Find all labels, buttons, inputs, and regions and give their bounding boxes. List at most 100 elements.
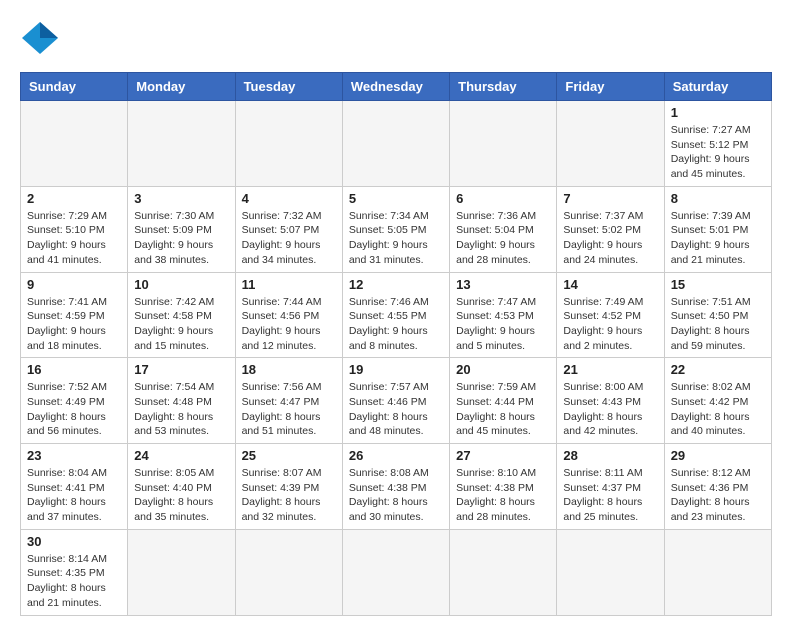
day-number: 3 <box>134 191 228 206</box>
day-number: 19 <box>349 362 443 377</box>
day-info: Sunrise: 7:54 AM Sunset: 4:48 PM Dayligh… <box>134 380 228 439</box>
calendar-cell <box>450 529 557 615</box>
header <box>20 20 772 56</box>
calendar-cell: 8 Sunrise: 7:39 AM Sunset: 5:01 PM Daylig… <box>664 186 771 272</box>
weekday-header-saturday: Saturday <box>664 73 771 101</box>
day-number: 13 <box>456 277 550 292</box>
weekday-header-monday: Monday <box>128 73 235 101</box>
day-info: Sunrise: 7:30 AM Sunset: 5:09 PM Dayligh… <box>134 209 228 268</box>
calendar-cell <box>235 101 342 187</box>
day-number: 10 <box>134 277 228 292</box>
day-number: 22 <box>671 362 765 377</box>
calendar-cell: 2Sunrise: 7:29 AM Sunset: 5:10 PM Daylig… <box>21 186 128 272</box>
day-info: Sunrise: 7:27 AM Sunset: 5:12 PM Dayligh… <box>671 123 765 182</box>
day-number: 18 <box>242 362 336 377</box>
calendar-cell: 3 Sunrise: 7:30 AM Sunset: 5:09 PM Daylig… <box>128 186 235 272</box>
day-number: 7 <box>563 191 657 206</box>
calendar-cell: 4 Sunrise: 7:32 AM Sunset: 5:07 PM Daylig… <box>235 186 342 272</box>
calendar-cell: 24 Sunrise: 8:05 AM Sunset: 4:40 PM Dayli… <box>128 444 235 530</box>
day-number: 26 <box>349 448 443 463</box>
calendar-cell: 16 Sunrise: 7:52 AM Sunset: 4:49 PM Dayli… <box>21 358 128 444</box>
day-info: Sunrise: 7:29 AM Sunset: 5:10 PM Dayligh… <box>27 209 121 268</box>
calendar-week-row: 30 Sunrise: 8:14 AM Sunset: 4:35 PM Dayli… <box>21 529 772 615</box>
logo <box>20 20 66 56</box>
weekday-header-thursday: Thursday <box>450 73 557 101</box>
calendar-cell: 22 Sunrise: 8:02 AM Sunset: 4:42 PM Dayli… <box>664 358 771 444</box>
calendar-cell: 6 Sunrise: 7:36 AM Sunset: 5:04 PM Daylig… <box>450 186 557 272</box>
day-info: Sunrise: 8:07 AM Sunset: 4:39 PM Dayligh… <box>242 466 336 525</box>
day-info: Sunrise: 8:12 AM Sunset: 4:36 PM Dayligh… <box>671 466 765 525</box>
day-number: 20 <box>456 362 550 377</box>
calendar-cell <box>128 101 235 187</box>
day-number: 30 <box>27 534 121 549</box>
calendar-cell: 25 Sunrise: 8:07 AM Sunset: 4:39 PM Dayli… <box>235 444 342 530</box>
day-info: Sunrise: 7:57 AM Sunset: 4:46 PM Dayligh… <box>349 380 443 439</box>
day-info: Sunrise: 7:51 AM Sunset: 4:50 PM Dayligh… <box>671 295 765 354</box>
day-number: 14 <box>563 277 657 292</box>
calendar-cell: 19 Sunrise: 7:57 AM Sunset: 4:46 PM Dayli… <box>342 358 449 444</box>
day-info: Sunrise: 7:49 AM Sunset: 4:52 PM Dayligh… <box>563 295 657 354</box>
weekday-header-wednesday: Wednesday <box>342 73 449 101</box>
day-info: Sunrise: 7:52 AM Sunset: 4:49 PM Dayligh… <box>27 380 121 439</box>
calendar-cell: 9Sunrise: 7:41 AM Sunset: 4:59 PM Daylig… <box>21 272 128 358</box>
calendar-cell <box>664 529 771 615</box>
calendar-cell: 5Sunrise: 7:34 AM Sunset: 5:05 PM Daylig… <box>342 186 449 272</box>
calendar-cell: 12Sunrise: 7:46 AM Sunset: 4:55 PM Dayli… <box>342 272 449 358</box>
day-number: 21 <box>563 362 657 377</box>
calendar-cell: 10 Sunrise: 7:42 AM Sunset: 4:58 PM Dayli… <box>128 272 235 358</box>
day-info: Sunrise: 8:00 AM Sunset: 4:43 PM Dayligh… <box>563 380 657 439</box>
calendar-cell <box>342 529 449 615</box>
calendar-cell: 20 Sunrise: 7:59 AM Sunset: 4:44 PM Dayli… <box>450 358 557 444</box>
day-info: Sunrise: 7:42 AM Sunset: 4:58 PM Dayligh… <box>134 295 228 354</box>
calendar-week-row: 2Sunrise: 7:29 AM Sunset: 5:10 PM Daylig… <box>21 186 772 272</box>
calendar-cell: 7 Sunrise: 7:37 AM Sunset: 5:02 PM Daylig… <box>557 186 664 272</box>
day-info: Sunrise: 7:56 AM Sunset: 4:47 PM Dayligh… <box>242 380 336 439</box>
day-info: Sunrise: 8:05 AM Sunset: 4:40 PM Dayligh… <box>134 466 228 525</box>
day-info: Sunrise: 7:36 AM Sunset: 5:04 PM Dayligh… <box>456 209 550 268</box>
calendar-cell <box>557 529 664 615</box>
day-number: 17 <box>134 362 228 377</box>
day-info: Sunrise: 7:39 AM Sunset: 5:01 PM Dayligh… <box>671 209 765 268</box>
calendar-cell: 15Sunrise: 7:51 AM Sunset: 4:50 PM Dayli… <box>664 272 771 358</box>
calendar-cell <box>450 101 557 187</box>
day-number: 24 <box>134 448 228 463</box>
calendar-cell: 27Sunrise: 8:10 AM Sunset: 4:38 PM Dayli… <box>450 444 557 530</box>
day-info: Sunrise: 8:10 AM Sunset: 4:38 PM Dayligh… <box>456 466 550 525</box>
day-info: Sunrise: 7:37 AM Sunset: 5:02 PM Dayligh… <box>563 209 657 268</box>
calendar-cell: 17 Sunrise: 7:54 AM Sunset: 4:48 PM Dayli… <box>128 358 235 444</box>
day-number: 6 <box>456 191 550 206</box>
weekday-header-friday: Friday <box>557 73 664 101</box>
weekday-header-tuesday: Tuesday <box>235 73 342 101</box>
calendar-cell <box>235 529 342 615</box>
calendar-cell: 30 Sunrise: 8:14 AM Sunset: 4:35 PM Dayli… <box>21 529 128 615</box>
day-number: 11 <box>242 277 336 292</box>
calendar-cell <box>128 529 235 615</box>
day-number: 4 <box>242 191 336 206</box>
day-info: Sunrise: 7:32 AM Sunset: 5:07 PM Dayligh… <box>242 209 336 268</box>
weekday-header-sunday: Sunday <box>21 73 128 101</box>
calendar-cell <box>21 101 128 187</box>
calendar-cell: 1Sunrise: 7:27 AM Sunset: 5:12 PM Daylig… <box>664 101 771 187</box>
day-info: Sunrise: 8:14 AM Sunset: 4:35 PM Dayligh… <box>27 552 121 611</box>
weekday-header-row: SundayMondayTuesdayWednesdayThursdayFrid… <box>21 73 772 101</box>
calendar: SundayMondayTuesdayWednesdayThursdayFrid… <box>20 72 772 616</box>
calendar-cell <box>342 101 449 187</box>
logo-icon <box>20 20 60 56</box>
day-info: Sunrise: 8:11 AM Sunset: 4:37 PM Dayligh… <box>563 466 657 525</box>
day-number: 8 <box>671 191 765 206</box>
calendar-cell <box>557 101 664 187</box>
calendar-cell: 11 Sunrise: 7:44 AM Sunset: 4:56 PM Dayli… <box>235 272 342 358</box>
calendar-cell: 18 Sunrise: 7:56 AM Sunset: 4:47 PM Dayli… <box>235 358 342 444</box>
calendar-cell: 26Sunrise: 8:08 AM Sunset: 4:38 PM Dayli… <box>342 444 449 530</box>
day-number: 29 <box>671 448 765 463</box>
calendar-week-row: 9Sunrise: 7:41 AM Sunset: 4:59 PM Daylig… <box>21 272 772 358</box>
calendar-cell: 13Sunrise: 7:47 AM Sunset: 4:53 PM Dayli… <box>450 272 557 358</box>
day-info: Sunrise: 7:44 AM Sunset: 4:56 PM Dayligh… <box>242 295 336 354</box>
day-info: Sunrise: 7:59 AM Sunset: 4:44 PM Dayligh… <box>456 380 550 439</box>
day-number: 25 <box>242 448 336 463</box>
day-info: Sunrise: 8:02 AM Sunset: 4:42 PM Dayligh… <box>671 380 765 439</box>
day-number: 16 <box>27 362 121 377</box>
day-number: 23 <box>27 448 121 463</box>
calendar-week-row: 1Sunrise: 7:27 AM Sunset: 5:12 PM Daylig… <box>21 101 772 187</box>
day-info: Sunrise: 7:46 AM Sunset: 4:55 PM Dayligh… <box>349 295 443 354</box>
